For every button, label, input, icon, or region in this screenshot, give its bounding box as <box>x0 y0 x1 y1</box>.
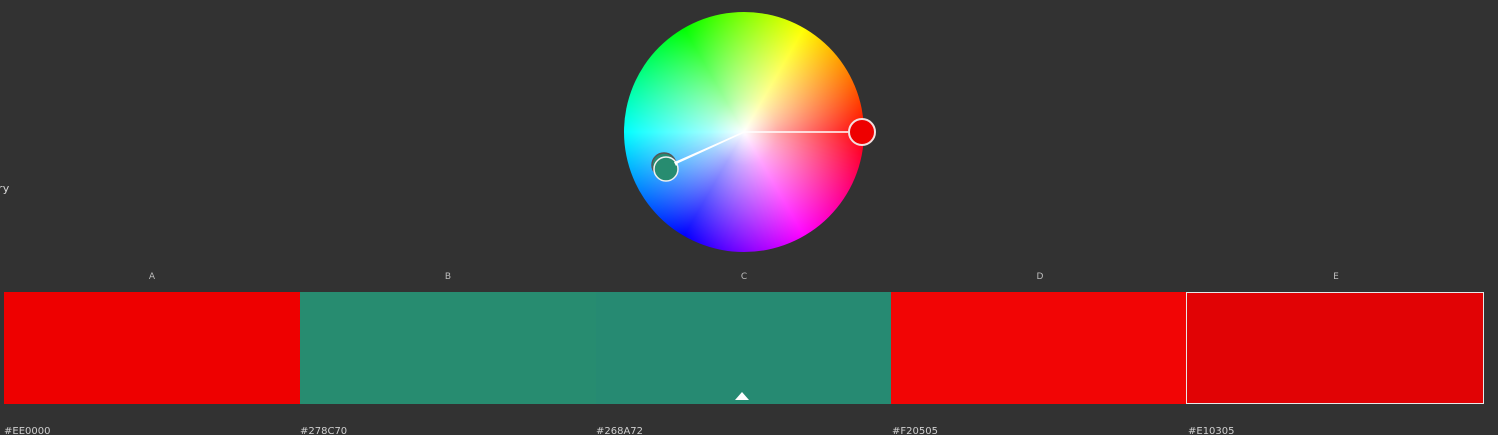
color-swatch-a[interactable] <box>4 292 300 404</box>
color-swatch-b[interactable] <box>300 292 596 404</box>
swatch-hex-a: #EE0000 <box>4 426 51 435</box>
swatch-letter-e: E <box>1333 272 1339 282</box>
swatch-letter-c: C <box>740 272 748 282</box>
swatch-hex-d: #F20505 <box>892 426 938 435</box>
secondary-handle-connector-2 <box>675 131 745 163</box>
swatch-hex-c: #268A72 <box>596 426 644 435</box>
swatch-letter-b: B <box>444 272 452 282</box>
color-swatch-c[interactable] <box>596 292 891 404</box>
base-color-handle[interactable] <box>848 118 876 146</box>
swatch-letter-a: A <box>148 272 156 282</box>
swatch-hex-b: #278C70 <box>300 426 348 435</box>
color-wheel-overlay <box>651 118 876 182</box>
color-harmony-editor: ry A B C D E #EE0000 #278C70 #268A72 #F2… <box>0 0 1498 435</box>
active-swatch-indicator-icon <box>735 392 749 400</box>
secondary-color-handle[interactable] <box>653 156 679 182</box>
color-wheel[interactable] <box>624 12 876 252</box>
color-swatch-e[interactable] <box>1186 292 1484 404</box>
swatch-hex-e: #E10305 <box>1188 426 1235 435</box>
swatch-letter-d: D <box>1036 272 1044 282</box>
harmony-rule-label: ry <box>0 182 10 195</box>
color-swatch-d[interactable] <box>891 292 1186 404</box>
